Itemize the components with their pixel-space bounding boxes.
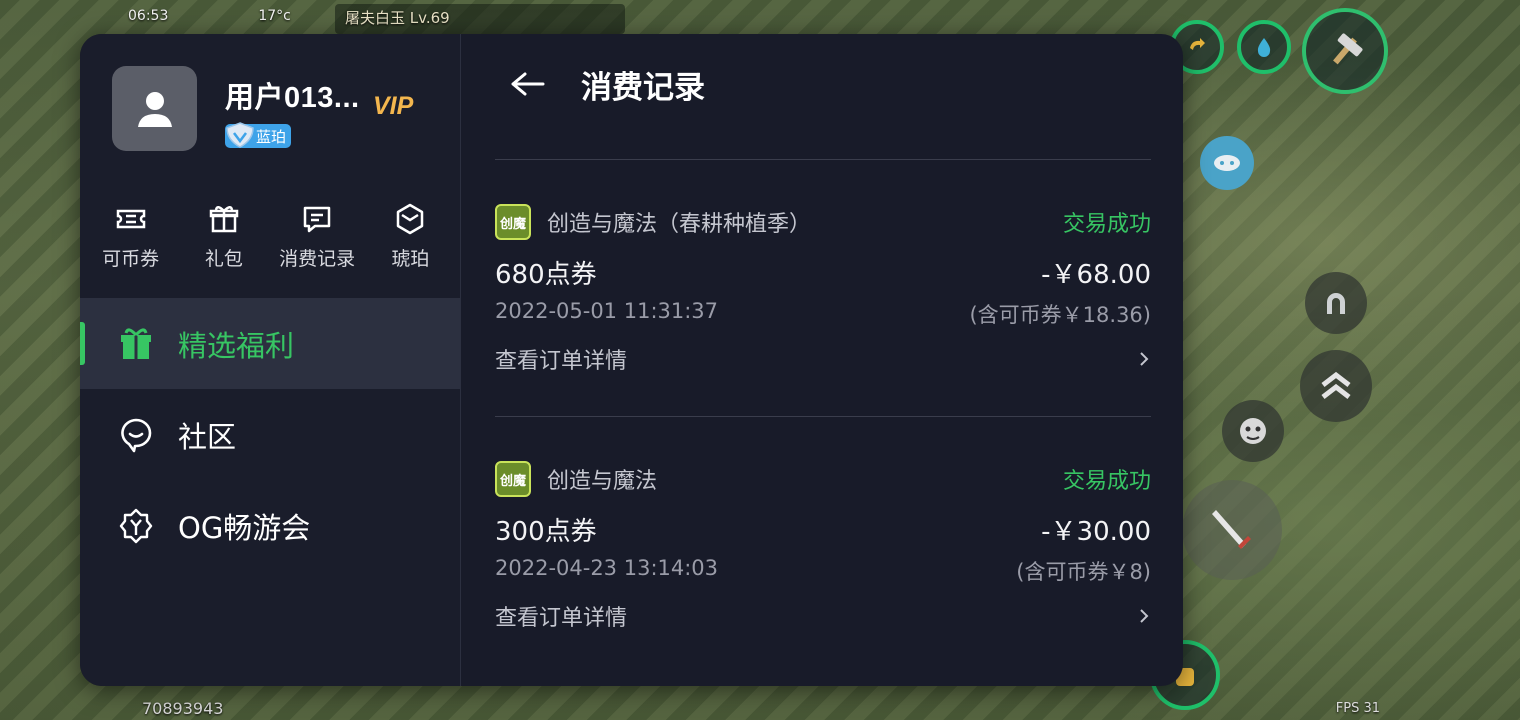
hammer-icon	[1333, 33, 1363, 65]
nav-item-label: 精选福利	[178, 328, 295, 363]
quick-item-coupon[interactable]: 可币券	[84, 202, 177, 271]
record-game: 创魔 创造与魔法（春耕种植季）	[495, 204, 811, 240]
record-coupon-amount: (含可币券￥8)	[1016, 560, 1151, 584]
account-panel: 用户013... VIP 蓝珀 可币券 礼包 消费记录 琥珀 精选福利 社区 O…	[80, 34, 1183, 686]
game-status-bar: 06:53 17°c	[128, 8, 291, 24]
vip-label: VIP	[373, 92, 414, 120]
game-name: 创造与魔法（春耕种植季）	[547, 212, 812, 237]
chat-face-icon	[1214, 155, 1240, 171]
water-drop-icon	[1257, 38, 1271, 57]
sword-icon	[1212, 510, 1251, 549]
game-icon: 创魔	[495, 204, 531, 240]
gift-icon	[209, 206, 239, 233]
game-temperature: 17°c	[258, 8, 291, 24]
record-time: 2022-04-23 13:14:03	[495, 556, 719, 580]
gift-icon	[121, 328, 151, 359]
target-bar: 屠夫白玉 Lv.69	[335, 4, 625, 34]
user-profile: 用户013... VIP 蓝珀	[112, 66, 465, 153]
product-name: 300点券	[495, 517, 597, 547]
record-amount: -￥68.00	[1041, 260, 1151, 290]
back-button[interactable]	[507, 64, 547, 104]
refresh-icon	[1190, 38, 1205, 50]
record-game: 创魔 创造与魔法	[495, 461, 657, 497]
quick-actions: 可币券 礼包 消费记录 琥珀	[80, 202, 461, 271]
user-info: 用户013... VIP 蓝珀	[225, 66, 465, 153]
view-order-details-link[interactable]: 查看订单详情	[495, 600, 1151, 632]
sidebar: 用户013... VIP 蓝珀 可币券 礼包 消费记录 琥珀 精选福利 社区 O…	[80, 34, 461, 686]
record-time: 2022-05-01 11:31:37	[495, 299, 719, 323]
game-icon-text: 创魔	[499, 473, 526, 489]
spending-records-page: 消费记录 创魔 创造与魔法（春耕种植季） 交易成功 680点券 2022-05-…	[461, 34, 1183, 686]
sidebar-nav: 精选福利 社区 OG畅游会	[80, 298, 461, 571]
chat-bubble-icon	[121, 418, 152, 452]
nav-item-og-club[interactable]: OG畅游会	[80, 480, 461, 571]
hexagon-icon	[397, 203, 424, 235]
target-name: 屠夫白玉 Lv.69	[345, 9, 450, 27]
jump-button[interactable]	[1300, 350, 1372, 422]
chevron-right-icon	[1140, 352, 1149, 366]
shield-icon	[226, 122, 254, 148]
record-item: 创魔 创造与魔法（春耕种植季） 交易成功 680点券 2022-05-01 11…	[495, 202, 1151, 375]
attack-button[interactable]	[1182, 480, 1282, 580]
game-clock: 06:53	[128, 8, 169, 24]
fps-counter: FPS 31	[1335, 701, 1380, 716]
mount-button[interactable]	[1305, 272, 1367, 334]
chevron-right-icon	[1140, 609, 1149, 623]
level-label: 蓝珀	[256, 127, 287, 146]
pet-button[interactable]	[1222, 400, 1284, 462]
game-icon-text: 创魔	[499, 216, 526, 232]
record-coupon-amount: (含可币券￥18.36)	[969, 303, 1151, 327]
quick-item-amber[interactable]: 琥珀	[364, 202, 457, 271]
water-button[interactable]	[1237, 20, 1291, 74]
beast-face-icon	[1240, 418, 1266, 444]
record-amount: -￥30.00	[1041, 517, 1151, 547]
status-badge: 交易成功	[1062, 469, 1151, 494]
game-name: 创造与魔法	[547, 469, 658, 494]
page-title: 消费记录	[581, 69, 705, 106]
status-badge: 交易成功	[1062, 212, 1151, 237]
nav-item-label: OG畅游会	[178, 510, 311, 545]
view-order-details-label: 查看订单详情	[495, 606, 628, 631]
user-silhouette-icon	[137, 91, 172, 127]
game-icon: 创魔	[495, 461, 531, 497]
arrow-left-icon	[511, 72, 545, 96]
quick-item-label: 礼包	[204, 248, 243, 270]
divider	[495, 416, 1151, 417]
quick-item-spending-records[interactable]: 消费记录	[271, 202, 364, 271]
product-name: 680点券	[495, 260, 597, 290]
view-order-details-link[interactable]: 查看订单详情	[495, 343, 1151, 375]
page-header: 消费记录	[461, 34, 1183, 134]
nav-item-label: 社区	[178, 419, 237, 454]
og-badge-icon	[119, 508, 153, 543]
divider	[495, 159, 1151, 160]
tool-button[interactable]	[1302, 8, 1388, 94]
record-item: 创魔 创造与魔法 交易成功 300点券 2022-04-23 13:14:03 …	[495, 459, 1151, 632]
level-badge[interactable]: 蓝珀	[225, 122, 292, 148]
double-chevron-up-icon	[1321, 371, 1351, 399]
quick-item-gift[interactable]: 礼包	[177, 202, 270, 271]
horseshoe-icon	[1327, 293, 1345, 314]
view-order-details-label: 查看订单详情	[495, 349, 628, 374]
avatar[interactable]	[112, 66, 197, 151]
user-name: 用户013...	[225, 82, 360, 114]
quick-item-label: 琥珀	[391, 248, 430, 270]
message-list-icon	[303, 206, 331, 233]
ticket-icon	[116, 209, 145, 229]
nav-item-community[interactable]: 社区	[80, 389, 461, 480]
quick-item-label: 消费记录	[279, 248, 356, 270]
chat-button[interactable]	[1200, 136, 1254, 190]
player-id: 70893943	[142, 699, 224, 718]
nav-item-featured-benefits[interactable]: 精选福利	[80, 298, 461, 389]
quick-item-label: 可币券	[102, 248, 160, 270]
